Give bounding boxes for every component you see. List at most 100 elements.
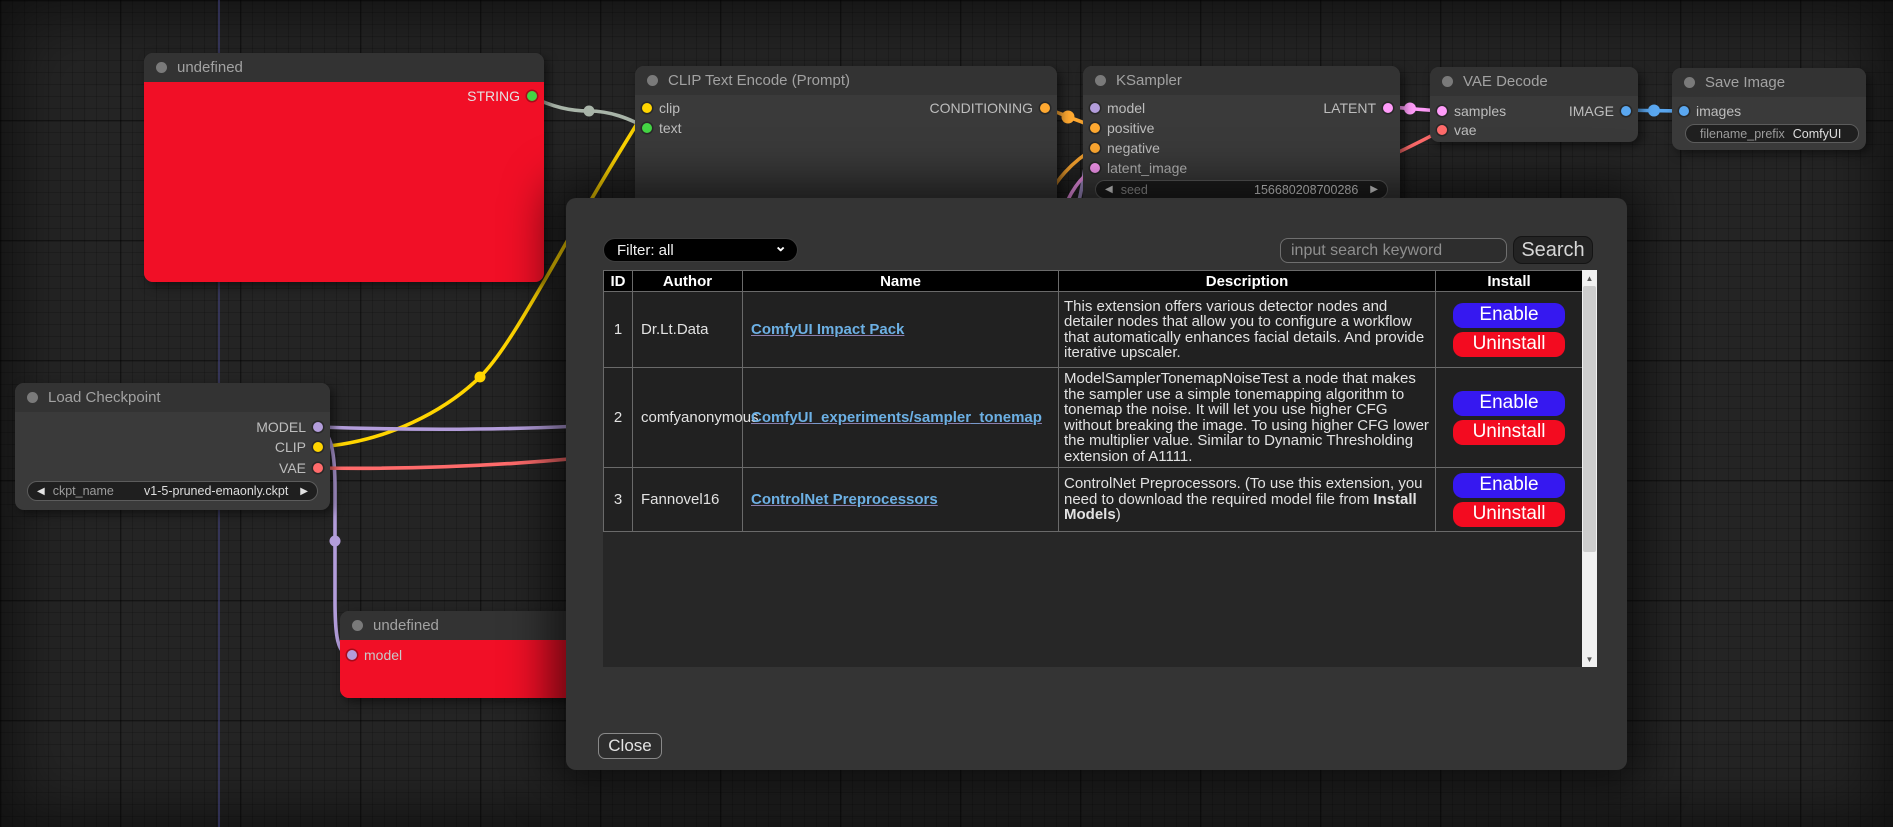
filter-dropdown-value: Filter: all <box>617 242 674 259</box>
node-title-label: Save Image <box>1705 74 1785 91</box>
input-slot-negative[interactable]: negative <box>1090 138 1160 158</box>
link-dot-model <box>330 536 341 547</box>
images-input-port[interactable] <box>1679 106 1689 116</box>
scrollbar-thumb[interactable] <box>1583 286 1596 552</box>
model-input-port[interactable] <box>1090 103 1100 113</box>
filter-dropdown[interactable]: Filter: all ⌄ <box>603 238 798 262</box>
node-title-bar[interactable]: KSampler <box>1083 66 1400 95</box>
vae-input-port[interactable] <box>1437 125 1447 135</box>
vae-output-port[interactable] <box>313 463 323 473</box>
node-collapse-dot[interactable] <box>1684 77 1695 88</box>
seed-widget[interactable]: ◀ seed 156680208700286 ▶ <box>1095 180 1388 199</box>
negative-input-port[interactable] <box>1090 143 1100 153</box>
extension-table-container: ID Author Name Description Install 1Dr.L… <box>603 270 1597 667</box>
extension-row: 2comfyanonymousComfyUI_experiments/sampl… <box>604 368 1583 468</box>
enable-button[interactable]: Enable <box>1453 473 1565 498</box>
node-title-label: Load Checkpoint <box>48 389 161 406</box>
text-input-port[interactable] <box>642 123 652 133</box>
scroll-down-icon[interactable]: ▼ <box>1582 651 1597 667</box>
node-title-bar[interactable]: VAE Decode <box>1430 67 1638 96</box>
input-slot-model[interactable]: model <box>347 645 402 665</box>
input-slot-images[interactable]: images <box>1679 101 1741 121</box>
model-input-port[interactable] <box>347 650 357 660</box>
header-description: Description <box>1059 271 1436 292</box>
widget-label: ckpt_name <box>53 484 114 498</box>
string-output-port[interactable] <box>527 91 537 101</box>
node-vae-decode[interactable]: VAE Decode samples vae IMAGE <box>1430 67 1638 142</box>
extension-manager-dialog: Filter: all ⌄ Search ID Author Name Desc… <box>566 198 1627 770</box>
cell-install: Enable Uninstall <box>1436 368 1583 468</box>
node-collapse-dot[interactable] <box>647 75 658 86</box>
model-output-port[interactable] <box>313 422 323 432</box>
table-scrollbar[interactable]: ▲ ▼ <box>1582 270 1597 667</box>
output-slot-string[interactable]: STRING <box>467 86 537 106</box>
output-slot-latent[interactable]: LATENT <box>1323 98 1393 118</box>
node-title-bar[interactable]: undefined <box>144 53 544 82</box>
node-title-label: VAE Decode <box>1463 73 1548 90</box>
uninstall-button[interactable]: Uninstall <box>1453 502 1565 527</box>
decrement-arrow-icon[interactable]: ◀ <box>1105 184 1113 195</box>
scroll-up-icon[interactable]: ▲ <box>1582 270 1597 286</box>
clip-output-port[interactable] <box>313 442 323 452</box>
node-collapse-dot[interactable] <box>352 620 363 631</box>
widget-value: v1-5-pruned-emaonly.ckpt <box>144 484 288 498</box>
next-option-arrow-icon[interactable]: ▶ <box>300 486 308 497</box>
input-slot-model[interactable]: model <box>1090 98 1145 118</box>
extension-name-link[interactable]: ComfyUI Impact Pack <box>751 321 904 338</box>
positive-input-port[interactable] <box>1090 123 1100 133</box>
input-slot-clip[interactable]: clip <box>642 98 680 118</box>
node-title-bar[interactable]: Load Checkpoint <box>15 383 330 412</box>
node-collapse-dot[interactable] <box>1095 75 1106 86</box>
output-slot-conditioning[interactable]: CONDITIONING <box>930 98 1050 118</box>
close-button[interactable]: Close <box>598 733 662 759</box>
prev-option-arrow-icon[interactable]: ◀ <box>37 486 45 497</box>
node-title-bar[interactable]: Save Image <box>1672 68 1866 97</box>
filename-prefix-widget[interactable]: filename_prefix ComfyUI <box>1685 124 1859 143</box>
extension-name-link[interactable]: ComfyUI_experiments/sampler_tonemap <box>751 409 1042 426</box>
node-save-image[interactable]: Save Image images filename_prefix ComfyU… <box>1672 68 1866 150</box>
ckpt-name-widget[interactable]: ◀ ckpt_name v1-5-pruned-emaonly.ckpt ▶ <box>27 481 318 501</box>
node-title-label: KSampler <box>1116 72 1182 89</box>
table-header-row: ID Author Name Description Install <box>604 271 1583 292</box>
search-input[interactable] <box>1280 238 1507 263</box>
node-clip-text-encode[interactable]: CLIP Text Encode (Prompt) clip text COND… <box>635 66 1057 210</box>
cell-id: 3 <box>604 468 633 532</box>
extension-name-link[interactable]: ControlNet Preprocessors <box>751 491 938 508</box>
input-slot-positive[interactable]: positive <box>1090 118 1154 138</box>
node-load-checkpoint[interactable]: Load Checkpoint MODEL CLIP VAE ◀ ckpt_na… <box>15 383 330 510</box>
node-collapse-dot[interactable] <box>1442 76 1453 87</box>
link-dot-string <box>584 106 595 117</box>
node-ksampler[interactable]: KSampler model positive negative latent_… <box>1083 66 1400 206</box>
extension-row: 1Dr.Lt.DataComfyUI Impact PackThis exten… <box>604 292 1583 368</box>
output-slot-vae[interactable]: VAE <box>279 458 323 478</box>
input-slot-vae[interactable]: vae <box>1437 120 1477 140</box>
clip-input-port[interactable] <box>642 103 652 113</box>
enable-button[interactable]: Enable <box>1453 391 1565 416</box>
uninstall-button[interactable]: Uninstall <box>1453 332 1565 357</box>
enable-button[interactable]: Enable <box>1453 303 1565 328</box>
search-button[interactable]: Search <box>1513 236 1593 264</box>
link-dot-image <box>1648 105 1660 117</box>
node-collapse-dot[interactable] <box>156 62 167 73</box>
samples-input-port[interactable] <box>1437 106 1447 116</box>
increment-arrow-icon[interactable]: ▶ <box>1370 184 1378 195</box>
cell-author: comfyanonymous <box>633 368 743 468</box>
cell-name: ComfyUI_experiments/sampler_tonemap <box>743 368 1059 468</box>
widget-value: 156680208700286 <box>1254 183 1358 197</box>
node-title-bar[interactable]: CLIP Text Encode (Prompt) <box>635 66 1057 95</box>
node-undefined-top[interactable]: undefined STRING <box>144 53 544 282</box>
conditioning-output-port[interactable] <box>1040 103 1050 113</box>
input-slot-latent-image[interactable]: latent_image <box>1090 158 1187 178</box>
output-slot-image[interactable]: IMAGE <box>1569 101 1631 121</box>
uninstall-button[interactable]: Uninstall <box>1453 420 1565 445</box>
latent-output-port[interactable] <box>1383 103 1393 113</box>
input-slot-text[interactable]: text <box>642 118 682 138</box>
output-slot-model[interactable]: MODEL <box>256 417 323 437</box>
node-collapse-dot[interactable] <box>27 392 38 403</box>
image-output-port[interactable] <box>1621 106 1631 116</box>
output-slot-clip[interactable]: CLIP <box>275 437 323 457</box>
link-dot-clip <box>475 372 486 383</box>
latent-image-input-port[interactable] <box>1090 163 1100 173</box>
input-slot-samples[interactable]: samples <box>1437 101 1506 121</box>
cell-name: ControlNet Preprocessors <box>743 468 1059 532</box>
